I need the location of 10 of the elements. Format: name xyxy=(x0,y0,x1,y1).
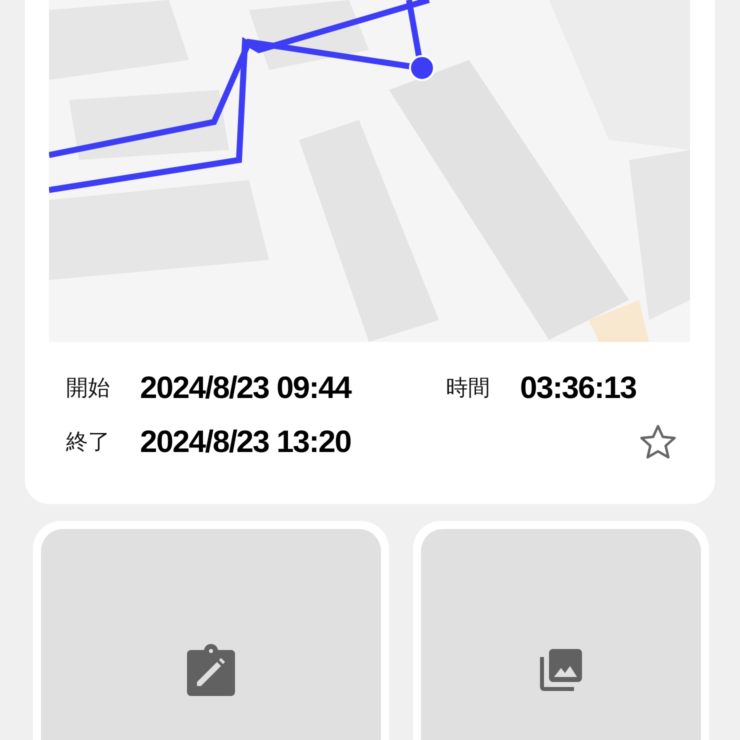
photo-library-icon xyxy=(540,649,582,691)
time-value: 2024/8/23 09:44 xyxy=(140,370,352,406)
clipboard-pencil-icon xyxy=(187,644,235,696)
time-label: 終了 xyxy=(66,429,111,457)
photos-tile[interactable] xyxy=(421,529,701,740)
time-value: 03:36:13 xyxy=(520,370,638,406)
time-label: 時間 xyxy=(446,375,491,403)
time-label: 開始 xyxy=(66,375,111,403)
time-value: 2024/8/23 13:20 xyxy=(140,424,352,460)
note-tile[interactable] xyxy=(41,529,381,740)
